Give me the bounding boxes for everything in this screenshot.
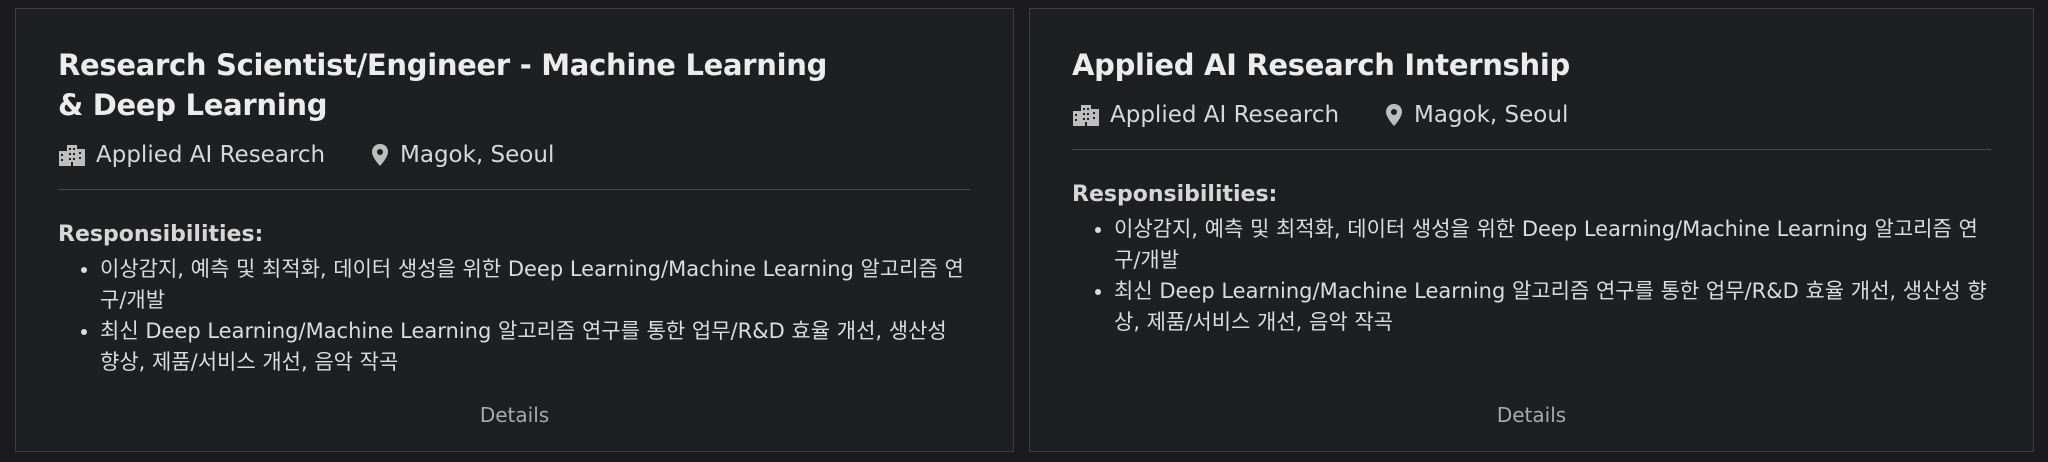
list-item: 이상감지, 예측 및 최적화, 데이터 생성을 위한 Deep Learning… (100, 254, 971, 316)
responsibilities-list: 이상감지, 예측 및 최적화, 데이터 생성을 위한 Deep Learning… (58, 254, 971, 378)
job-title[interactable]: Research Scientist/Engineer - Machine Le… (58, 45, 848, 125)
job-meta: Applied AI Research Magok, Seoul (58, 135, 971, 175)
location-name: Magok, Seoul (1414, 102, 1569, 128)
responsibilities-heading: Responsibilities: (1072, 182, 1278, 207)
list-item: 최신 Deep Learning/Machine Learning 알고리즘 연… (1114, 276, 1991, 338)
company-name: Applied AI Research (96, 142, 326, 168)
location-info: Magok, Seoul (1384, 102, 1568, 128)
job-card-grid: Research Scientist/Engineer - Machine Le… (0, 0, 2048, 462)
responsibilities-list: 이상감지, 예측 및 최적화, 데이터 생성을 위한 Deep Learning… (1072, 214, 1991, 338)
location-name: Magok, Seoul (400, 142, 555, 168)
map-pin-icon (1384, 103, 1404, 127)
details-button[interactable]: Details (1030, 403, 2033, 427)
responsibilities-heading: Responsibilities: (58, 222, 264, 247)
building-icon (58, 144, 86, 166)
list-item: 이상감지, 예측 및 최적화, 데이터 생성을 위한 Deep Learning… (1114, 214, 1991, 276)
job-card: Research Scientist/Engineer - Machine Le… (15, 8, 1014, 452)
company-info: Applied AI Research (58, 142, 370, 168)
company-name: Applied AI Research (1110, 102, 1340, 128)
list-item: 최신 Deep Learning/Machine Learning 알고리즘 연… (100, 316, 971, 378)
job-title[interactable]: Applied AI Research Internship (1072, 45, 1862, 85)
location-info: Magok, Seoul (370, 142, 554, 168)
company-info: Applied AI Research (1072, 102, 1384, 128)
divider (1072, 149, 1991, 150)
job-card: Applied AI Research Internship Applied A… (1029, 8, 2034, 452)
details-button[interactable]: Details (16, 403, 1013, 427)
divider (58, 189, 971, 190)
job-meta: Applied AI Research Magok, Seoul (1072, 95, 1991, 135)
building-icon (1072, 104, 1100, 126)
map-pin-icon (370, 143, 390, 167)
